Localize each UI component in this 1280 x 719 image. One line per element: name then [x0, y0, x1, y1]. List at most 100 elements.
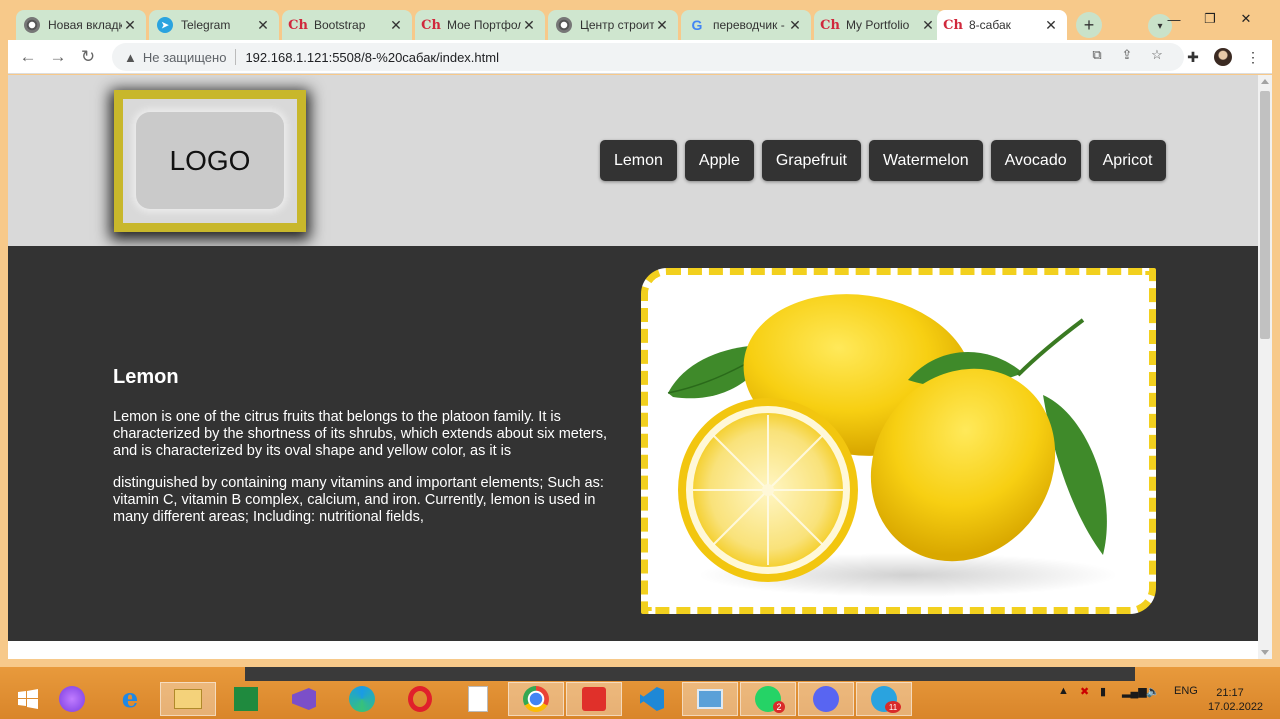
- language-indicator[interactable]: ENG: [1174, 685, 1198, 697]
- windows-taskbar: e 2 11 ▲ ✖ ▮ ▂▄▆ 🔈 ENG 21:17 17.02.2022: [0, 667, 1280, 719]
- nav-avocado[interactable]: Avocado: [990, 140, 1081, 181]
- visual-studio-icon[interactable]: [276, 682, 332, 716]
- tab-bootstrap[interactable]: Ch Bootstrap ✕: [282, 10, 412, 40]
- file-icon[interactable]: [450, 682, 506, 716]
- whatsapp-icon[interactable]: 2: [740, 682, 796, 716]
- tab-title: Telegram: [181, 18, 231, 32]
- hero-paragraph: Lemon is one of the citrus fruits that b…: [113, 409, 608, 459]
- tray-expand-icon[interactable]: ▲: [1058, 685, 1069, 697]
- translate-icon[interactable]: ⧉: [1088, 46, 1106, 64]
- telegram-taskbar-icon[interactable]: 11: [856, 682, 912, 716]
- tab-title: 8-сабак: [969, 18, 1011, 32]
- hero-title: Lemon: [113, 366, 179, 388]
- minimize-icon[interactable]: —: [1156, 8, 1192, 30]
- battery-icon[interactable]: ▮: [1100, 685, 1106, 698]
- chrome-icon: [24, 17, 40, 33]
- telegram-icon: ➤: [157, 17, 173, 33]
- opera-icon[interactable]: [392, 682, 448, 716]
- close-icon[interactable]: ✕: [920, 17, 936, 34]
- address-bar[interactable]: ▲ Не защищено 192.168.1.121:5508/8-%20са…: [112, 43, 1184, 71]
- ch-icon: Ch: [288, 17, 308, 33]
- hero-section: Lemon Lemon is one of the citrus fruits …: [8, 246, 1258, 641]
- reload-icon[interactable]: ↻: [76, 45, 100, 69]
- restore-icon[interactable]: ❐: [1192, 8, 1228, 30]
- tab-8-sabak[interactable]: Ch 8-сабак ✕: [937, 10, 1067, 40]
- clock-time: 21:17: [1216, 687, 1244, 699]
- alice-icon[interactable]: [44, 682, 100, 716]
- tab-strip: Новая вкладк ✕ ➤ Telegram ✕ Ch Bootstrap…: [8, 8, 1272, 40]
- tab-telegram[interactable]: ➤ Telegram ✕: [149, 10, 279, 40]
- forward-icon[interactable]: →: [46, 45, 70, 69]
- close-icon[interactable]: ✕: [787, 17, 803, 34]
- wps-icon[interactable]: [566, 682, 622, 716]
- nav-apricot[interactable]: Apricot: [1088, 140, 1167, 181]
- tab-center[interactable]: Центр строит ✕: [548, 10, 678, 40]
- vscode-icon[interactable]: [624, 682, 680, 716]
- logo[interactable]: LOGO: [136, 112, 284, 209]
- bookmark-star-icon[interactable]: ☆: [1148, 46, 1166, 64]
- store-icon[interactable]: [218, 682, 274, 716]
- tab-title: переводчик -: [713, 18, 785, 32]
- whatsapp-badge: 2: [773, 701, 785, 713]
- page-viewport: LOGO Lemon Apple Grapefruit Watermelon A…: [8, 75, 1258, 659]
- site-footer: [8, 641, 1258, 659]
- close-icon[interactable]: ✕: [1043, 17, 1059, 34]
- security-label: Не защищено: [142, 49, 227, 65]
- profile-avatar[interactable]: [1214, 48, 1232, 66]
- back-icon[interactable]: ←: [16, 45, 40, 69]
- network-error-icon[interactable]: ✖: [1080, 685, 1089, 698]
- nav-watermelon[interactable]: Watermelon: [868, 140, 983, 181]
- url-text: 192.168.1.121:5508/8-%20сабак/index.html: [245, 49, 499, 65]
- ch-icon: Ch: [943, 17, 963, 33]
- hero-paragraph: distinguished by containing many vitamin…: [113, 475, 604, 525]
- volume-icon[interactable]: 🔈: [1146, 685, 1160, 698]
- menu-icon[interactable]: ⋮: [1244, 48, 1262, 66]
- file-explorer-icon[interactable]: [160, 682, 216, 716]
- warning-icon: ▲: [124, 49, 137, 65]
- scroll-down-icon[interactable]: [1261, 650, 1269, 655]
- new-tab-button[interactable]: +: [1076, 12, 1102, 38]
- tab-new-tab[interactable]: Новая вкладк ✕: [16, 10, 146, 40]
- tab-title: My Portfolio: [846, 18, 910, 32]
- tab-title: Новая вкладк: [48, 18, 122, 32]
- nav-lemon[interactable]: Lemon: [600, 140, 677, 181]
- site-nav: Lemon Apple Grapefruit Watermelon Avocad…: [600, 140, 1167, 181]
- chrome-taskbar-icon[interactable]: [508, 682, 564, 716]
- telegram-badge: 11: [885, 701, 901, 713]
- site-header: LOGO Lemon Apple Grapefruit Watermelon A…: [8, 75, 1258, 246]
- clock-date: 17.02.2022: [1208, 701, 1264, 713]
- ch-icon: Ch: [820, 17, 840, 33]
- tab-title: Bootstrap: [314, 18, 366, 32]
- close-icon[interactable]: ✕: [654, 17, 670, 34]
- nav-apple[interactable]: Apple: [684, 140, 754, 181]
- share-icon[interactable]: ⇪: [1118, 46, 1136, 64]
- lemon-image: [648, 275, 1149, 607]
- edge-icon[interactable]: [334, 682, 390, 716]
- chrome-icon: [556, 17, 572, 33]
- separator: [235, 49, 237, 65]
- photos-icon[interactable]: [682, 682, 738, 716]
- close-icon[interactable]: ✕: [122, 17, 138, 34]
- close-icon[interactable]: ✕: [255, 17, 271, 34]
- ch-icon: Ch: [421, 17, 441, 33]
- google-icon: G: [691, 17, 703, 33]
- extensions-icon[interactable]: ✚: [1184, 48, 1202, 66]
- clock[interactable]: 21:17 17.02.2022: [1208, 686, 1264, 714]
- scrollbar-thumb[interactable]: [1260, 91, 1270, 339]
- internet-explorer-icon[interactable]: e: [102, 682, 158, 716]
- page-scrollbar[interactable]: [1258, 75, 1272, 659]
- tab-my-portfolio[interactable]: Ch My Portfolio ✕: [814, 10, 944, 40]
- browser-toolbar: ← → ↻ ▲ Не защищено 192.168.1.121:5508/8…: [8, 40, 1272, 74]
- signal-icon[interactable]: ▂▄▆: [1122, 685, 1147, 698]
- tab-portfolio-ru[interactable]: Ch Мое Портфол ✕: [415, 10, 545, 40]
- discord-icon[interactable]: [798, 682, 854, 716]
- scroll-up-icon[interactable]: [1261, 79, 1269, 84]
- nav-grapefruit[interactable]: Grapefruit: [761, 140, 861, 181]
- taskbar-preview-strip: [245, 667, 1135, 681]
- tab-title: Мое Портфол: [447, 18, 521, 32]
- close-icon[interactable]: ✕: [388, 17, 404, 34]
- window-close-icon[interactable]: ✕: [1228, 8, 1264, 30]
- close-icon[interactable]: ✕: [521, 17, 537, 34]
- tab-translator[interactable]: G переводчик - ✕: [681, 10, 811, 40]
- logo-frame: LOGO: [114, 90, 306, 232]
